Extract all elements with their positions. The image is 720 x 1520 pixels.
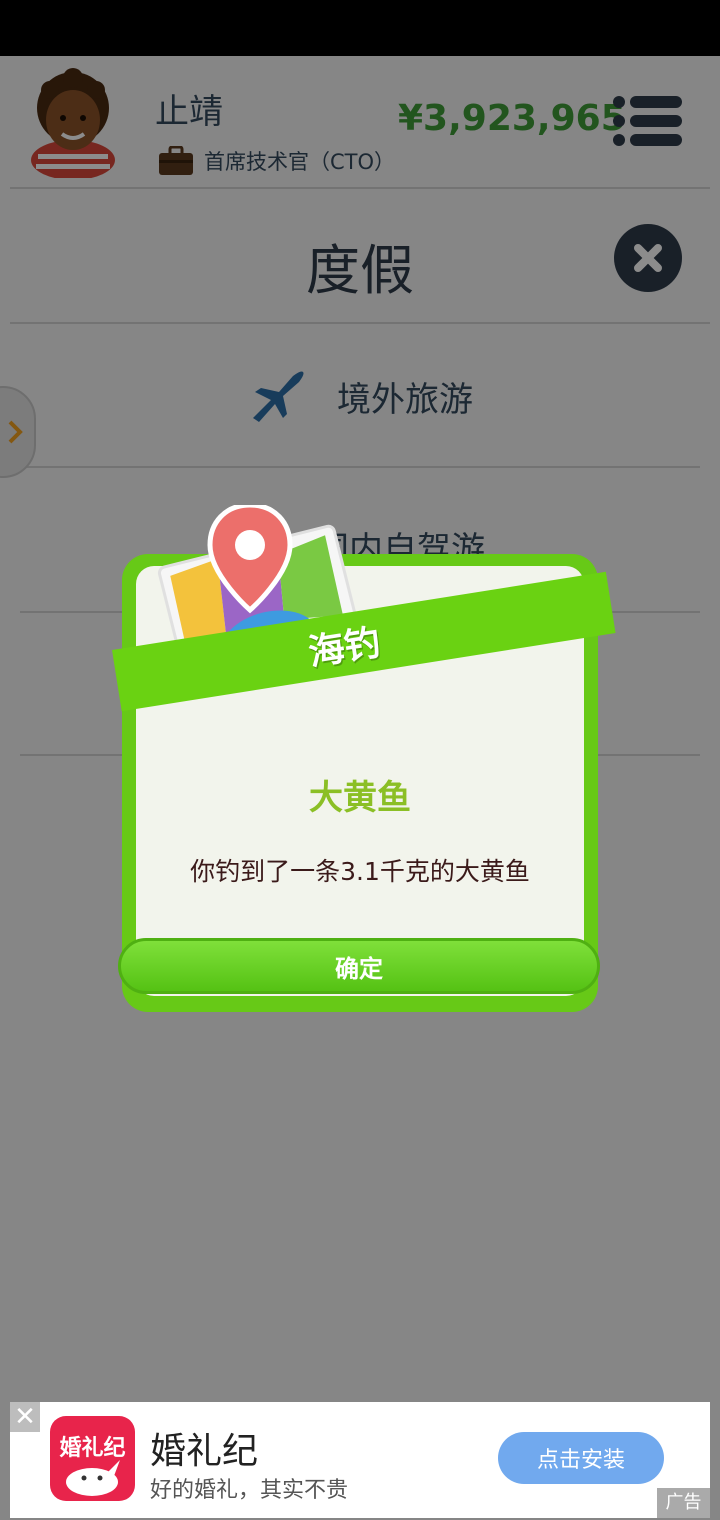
ad-close-button[interactable]: ✕ (10, 1402, 40, 1432)
status-bar (0, 0, 720, 56)
ad-subtitle: 好的婚礼，其实不贵 (150, 1478, 349, 1503)
ad-title: 婚礼纪 (150, 1431, 259, 1472)
ad-install-button[interactable]: 点击安装 (498, 1432, 664, 1484)
ad-tag: 广告 (657, 1488, 710, 1518)
ad-app-logo: 婚礼纪 (50, 1416, 135, 1501)
catch-name: 大黄鱼 (309, 778, 411, 818)
catch-description: 你钓到了一条3.1千克的大黄鱼 (190, 857, 530, 886)
dialog-title: 海钓 (305, 622, 384, 674)
confirm-button[interactable]: 确定 (118, 938, 600, 994)
ad-banner[interactable]: ✕ 婚礼纪 婚礼纪 好的婚礼，其实不贵 点击安装 广告 (10, 1402, 710, 1518)
rhino-icon (66, 1460, 120, 1496)
